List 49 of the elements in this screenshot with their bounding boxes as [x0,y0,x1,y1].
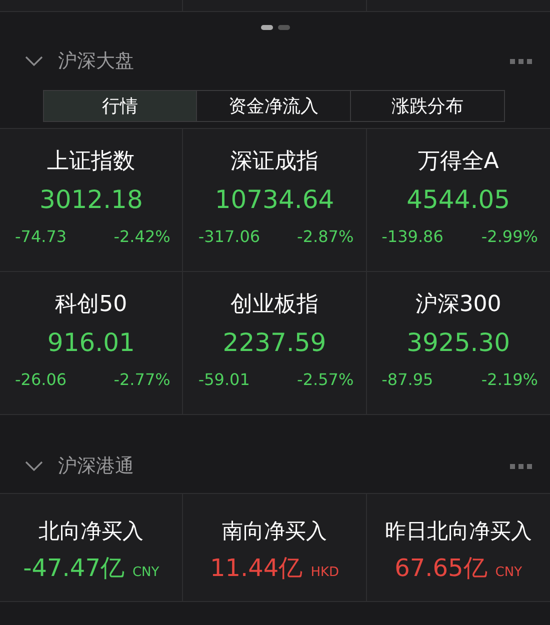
change-amount: -87.95 [382,369,434,391]
currency-label: HKD [310,564,339,582]
index-card[interactable]: 创业板指 2237.59 -59.01 -2.57% [183,272,367,415]
index-card[interactable]: 深证成指 10734.64 -317.06 -2.87% [183,129,367,272]
index-name: 万得全A [418,148,499,176]
flow-card[interactable]: 北向净买入 -47.47亿 CNY [0,494,184,602]
index-value: 916.01 [47,327,135,359]
currency-label: CNY [495,564,522,582]
index-name: 深证成指 [230,148,318,176]
change-percent: -2.42% [114,226,170,248]
index-name: 沪深300 [415,291,502,319]
index-value: 10734.64 [214,184,334,216]
change-percent: -2.19% [481,369,538,391]
more-icon[interactable] [510,58,532,64]
chevron-down-icon[interactable] [24,55,44,67]
change-amount: -139.86 [382,226,444,248]
flow-card[interactable]: 南向净买入 11.44亿 HKD [183,494,367,602]
index-value: 3925.30 [406,327,510,359]
index-name: 上证指数 [47,148,136,176]
index-card[interactable]: 万得全A 4544.05 -139.86 -2.99% [366,129,550,272]
currency-label: CNY [132,564,160,582]
index-card[interactable]: 科创50 916.01 -26.06 -2.77% [0,272,184,415]
change-amount: -26.06 [15,369,67,391]
change-amount: -74.73 [15,226,67,248]
change-percent: -2.87% [297,226,354,248]
flow-card[interactable]: 昨日北向净买入 67.65亿 CNY [366,494,550,602]
change-amount: -59.01 [198,369,250,391]
index-value: 2237.59 [222,327,326,359]
change-percent: -2.77% [114,369,170,391]
index-card[interactable]: 上证指数 3012.18 -74.73 -2.42% [0,129,184,272]
index-card[interactable]: 沪深300 3925.30 -87.95 -2.19% [366,272,550,415]
flow-value: 67.65亿 [394,553,488,584]
chevron-down-icon[interactable] [24,460,44,472]
flow-value: 11.44亿 [210,553,303,584]
flow-name: 南向净买入 [222,518,327,545]
section-title: 沪深大盘 [58,48,134,74]
index-value: 3012.18 [39,184,143,216]
more-icon[interactable] [510,464,532,468]
tab[interactable]: 行情 [44,91,198,121]
change-percent: -2.99% [481,226,538,248]
index-name: 科创50 [55,291,128,319]
flow-name: 北向净买入 [38,518,144,545]
index-name: 创业板指 [230,291,318,319]
change-amount: -317.06 [198,226,260,248]
flow-name: 昨日北向净买入 [384,518,532,545]
section-title: 沪深港通 [58,454,134,479]
change-percent: -2.57% [297,369,354,391]
index-value: 4544.05 [406,184,510,216]
flow-value: -47.47亿 [23,553,124,584]
